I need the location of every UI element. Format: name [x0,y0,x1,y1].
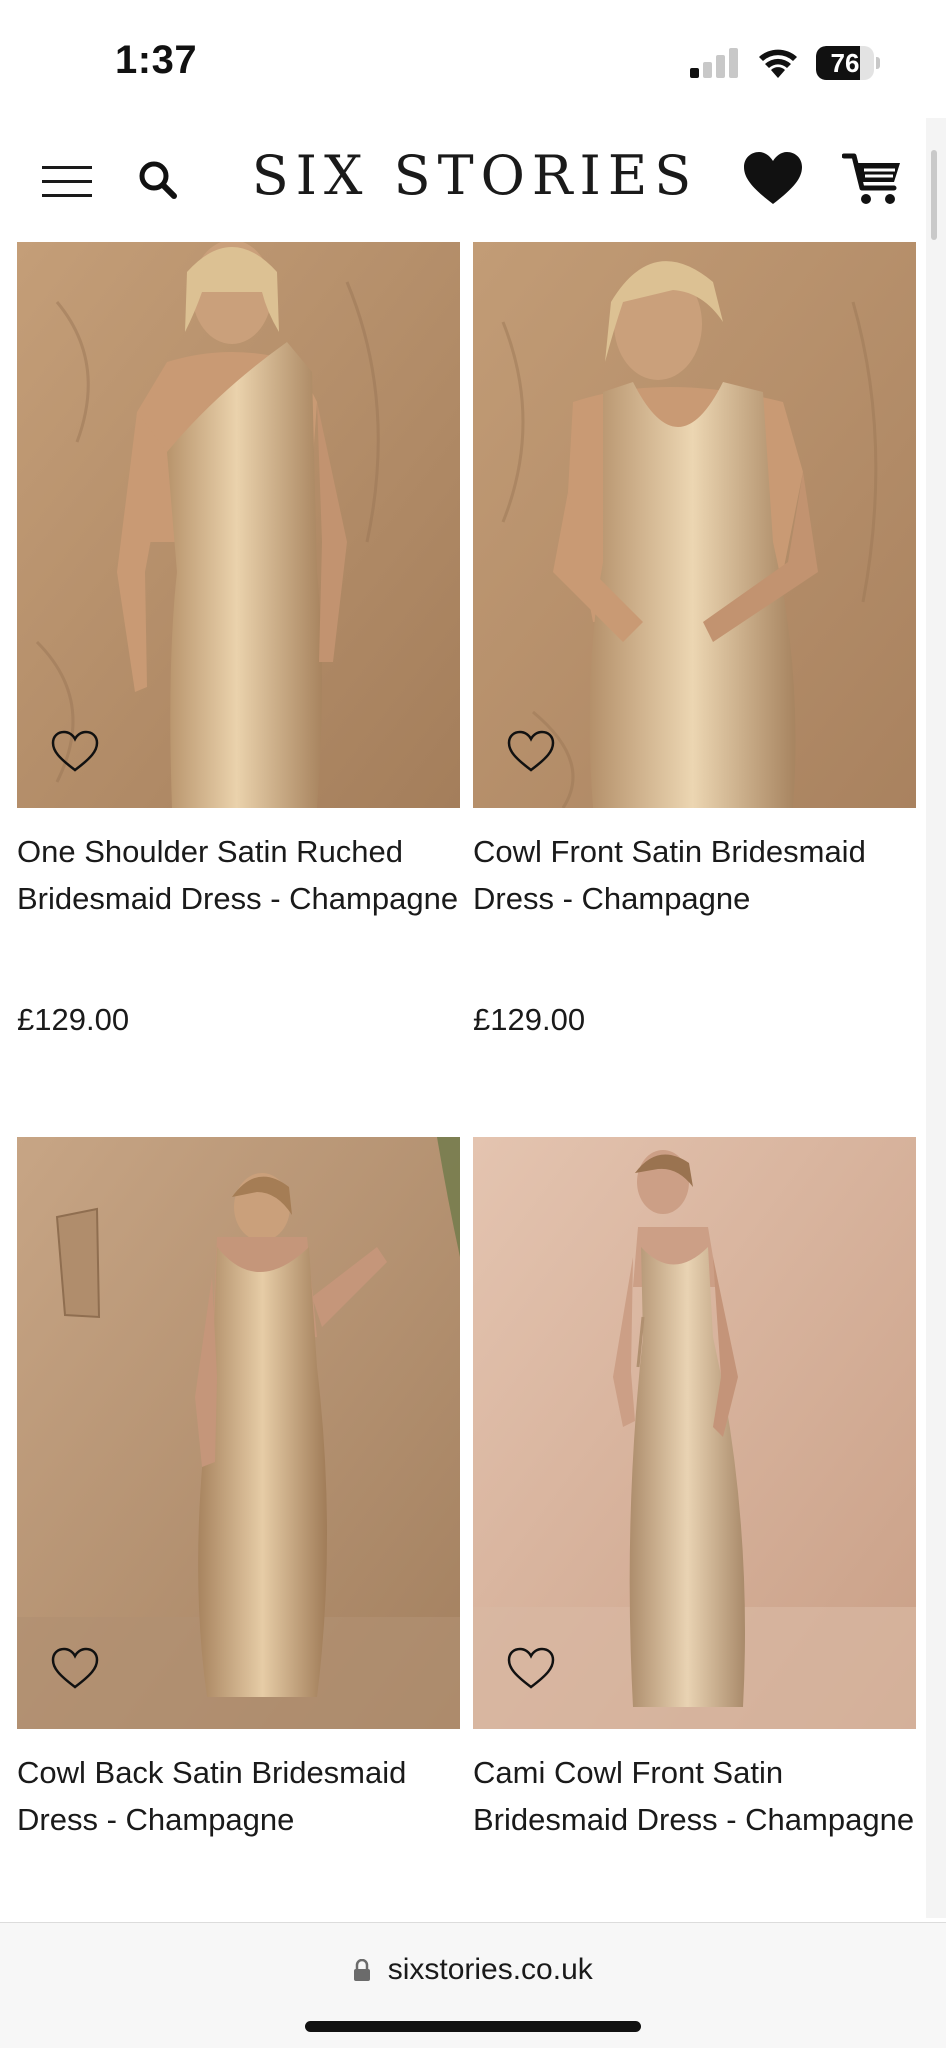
brand-logo[interactable]: SIX STORIES [230,144,720,207]
url-text: sixstories.co.uk [387,1953,593,1986]
product-image[interactable] [473,1137,916,1729]
battery-percent: 76 [830,48,860,78]
product-price: £129.00 [17,1002,130,1037]
wishlist-heart-icon[interactable] [51,1647,99,1691]
browser-address-bar: sixstories.co.uk [0,1922,946,2048]
cellular-signal-icon [690,48,738,78]
product-title[interactable]: Cami Cowl Front Satin Bridesmaid Dress -… [473,1749,923,1843]
hamburger-menu-icon[interactable] [42,162,92,200]
url-field[interactable]: sixstories.co.uk [0,1953,946,1987]
product-image[interactable] [17,1137,460,1729]
heart-icon[interactable] [742,150,804,208]
product-title[interactable]: Cowl Back Satin Bridesmaid Dress - Champ… [17,1749,467,1843]
status-time: 1:37 [115,38,198,82]
scrollbar-track[interactable] [926,118,946,1918]
product-title[interactable]: Cowl Front Satin Bridesmaid Dress - Cham… [473,828,923,922]
product-title[interactable]: One Shoulder Satin Ruched Bridesmaid Dre… [17,828,467,922]
battery-icon: 76 [816,46,880,80]
lock-icon [353,1958,371,1981]
product-image[interactable] [473,242,916,808]
wifi-icon [756,44,800,80]
cart-icon[interactable] [841,150,904,208]
wishlist-heart-icon[interactable] [507,730,555,774]
site-header: SIX STORIES [0,118,946,242]
wishlist-heart-icon[interactable] [51,730,99,774]
product-price: £129.00 [473,1002,586,1037]
home-indicator[interactable] [305,2021,641,2032]
product-image[interactable] [17,242,460,808]
scrollbar-thumb[interactable] [931,150,937,240]
wishlist-heart-icon[interactable] [507,1647,555,1691]
search-icon[interactable] [136,158,180,202]
status-bar: 1:37 76 [0,0,946,118]
